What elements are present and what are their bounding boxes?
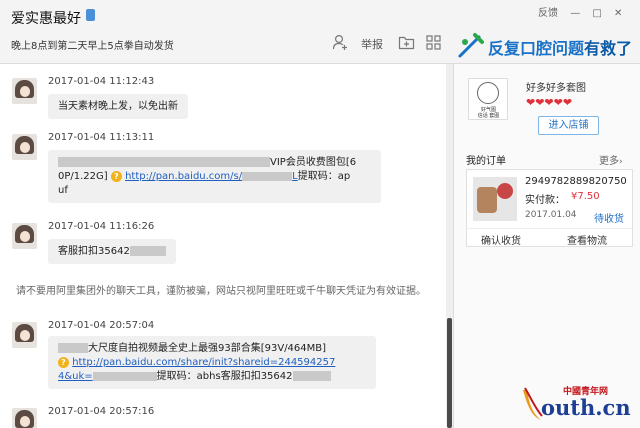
orders-more-label: 更多 [599,156,619,167]
user-add-icon[interactable] [332,34,349,51]
enter-shop-button[interactable]: 进入店铺 [538,116,599,135]
chat-messages[interactable]: 2017-01-04 11:12:43 当天素材晚上发，以免出新 2017-01… [0,64,453,428]
message-text: 0P/1.22G] [58,171,108,182]
message-text: 客服扣扣35642 [58,246,130,257]
message-timestamp: 2017-01-04 20:57:04 [48,320,155,331]
orders-header: 我的订单 [466,156,506,167]
order-actions: 确认收货 查看物流 [467,228,632,247]
message-bubble: 客服扣扣35642 [48,239,176,264]
message-text: uf [58,185,68,196]
confirm-receipt-button[interactable]: 确认收货 [481,232,521,247]
security-notice: 请不要用阿里集团外的聊天工具，谨防被骗，网站只视阿里旺旺或千牛聊天凭证为有效证据… [16,286,426,297]
order-date: 2017.01.04 [525,210,577,220]
extraction-code: 提取码：ap [297,171,351,182]
side-panel: 好气图 信话 套图 好多好多套图 ❤❤❤❤❤ 进入店铺 我的订单 更多› 2949… [453,64,640,428]
redacted-text [58,343,88,353]
message-timestamp: 2017-01-04 11:12:43 [48,76,155,87]
order-status: 待收货 [594,214,624,225]
shop-card-title: 好多好多套图 [526,83,586,94]
shop-rating-hearts: ❤❤❤❤❤ [526,96,573,109]
baidu-pan-link-continued[interactable]: 4&uk= [58,371,157,382]
watermark-main-text: outh.cn [541,395,631,420]
avatar[interactable] [12,322,37,348]
message-timestamp: 2017-01-04 11:13:11 [48,132,155,143]
message-bubble: 当天素材晚上发，以免出新 [48,94,188,119]
message-text: 提取码：abhs客服扣扣35642 [156,371,293,382]
chevron-right-icon: › [619,157,623,167]
order-price: ¥7.50 [571,191,600,202]
redacted-text [292,371,331,381]
shop-logo[interactable]: 好气图 信话 套图 [468,78,508,120]
avatar[interactable] [12,223,37,249]
message-timestamp: 2017-01-04 11:16:26 [48,221,155,232]
order-thumbnail[interactable] [473,177,517,221]
message-bubble: VIP会员收费图包[6 0P/1.22G] ? http://pan.baidu… [48,150,381,203]
view-logistics-button[interactable]: 查看物流 [567,232,607,247]
message-timestamp: 2017-01-04 20:57:16 [48,406,155,417]
order-card[interactable]: 2949782889820750 实付款： ¥7.50 2017.01.04 待… [466,169,633,247]
report-button[interactable]: 举报 [361,36,383,52]
help-icon: ? [110,170,122,182]
window-controls: 反馈 — □ ✕ [538,4,631,19]
verified-badge-icon [86,9,95,21]
shop-card: 好气图 信话 套图 好多好多套图 ❤❤❤❤❤ 进入店铺 [466,76,630,140]
message-bubble: 大尺度自拍视频最全史上最强93部合集[93V/464MB] ? http://p… [48,336,376,389]
watermark-logo: 中國青年网 outh.cn [519,378,637,426]
shop-name: 爱实惠最好 [11,11,81,27]
shop-notice: 晚上8点到第二天早上5点拳自动发货 [11,41,174,52]
avatar[interactable] [12,408,37,428]
orders-more-link[interactable]: 更多› [599,152,623,167]
apps-grid-icon[interactable] [425,34,442,51]
watermark-swoosh-icon [523,387,543,420]
baidu-pan-link[interactable]: http://pan.baidu.com/s/L [125,171,298,182]
order-number: 2949782889820750 [525,176,627,187]
toothbrush-icon [458,33,484,58]
help-icon: ? [58,356,69,368]
message-text: VIP会员收费图包[6 [270,157,357,168]
minimize-button[interactable]: — [570,8,580,19]
redacted-text [58,157,270,167]
avatar[interactable] [12,134,37,160]
scrollbar-thumb[interactable] [447,318,452,428]
close-button[interactable]: ✕ [614,8,622,19]
chat-header: 爱实惠最好 晚上8点到第二天早上5点拳自动发货 举报 反馈 — □ ✕ 反复口腔… [0,0,640,64]
promo-text: 反复口腔问题有救了 [488,35,632,59]
folder-icon[interactable] [398,34,415,51]
message-text: 当天素材晚上发，以免出新 [58,101,178,112]
feedback-button[interactable]: 反馈 [538,4,558,19]
baidu-pan-link[interactable]: http://pan.baidu.com/share/init?shareid=… [72,357,335,368]
order-paid-label: 实付款： [525,195,565,206]
promo-banner[interactable]: 反复口腔问题有救了 [455,30,640,64]
redacted-text [129,246,166,256]
maximize-button[interactable]: □ [592,8,601,19]
promo-text-part1: 反复口腔问题 [488,39,585,58]
chat-scrollbar[interactable] [446,64,453,428]
promo-text-part2: 有救了 [584,39,633,58]
avatar[interactable] [12,78,37,104]
message-text: 大尺度自拍视频最全史上最强93部合集[93V/464MB] [88,343,327,354]
